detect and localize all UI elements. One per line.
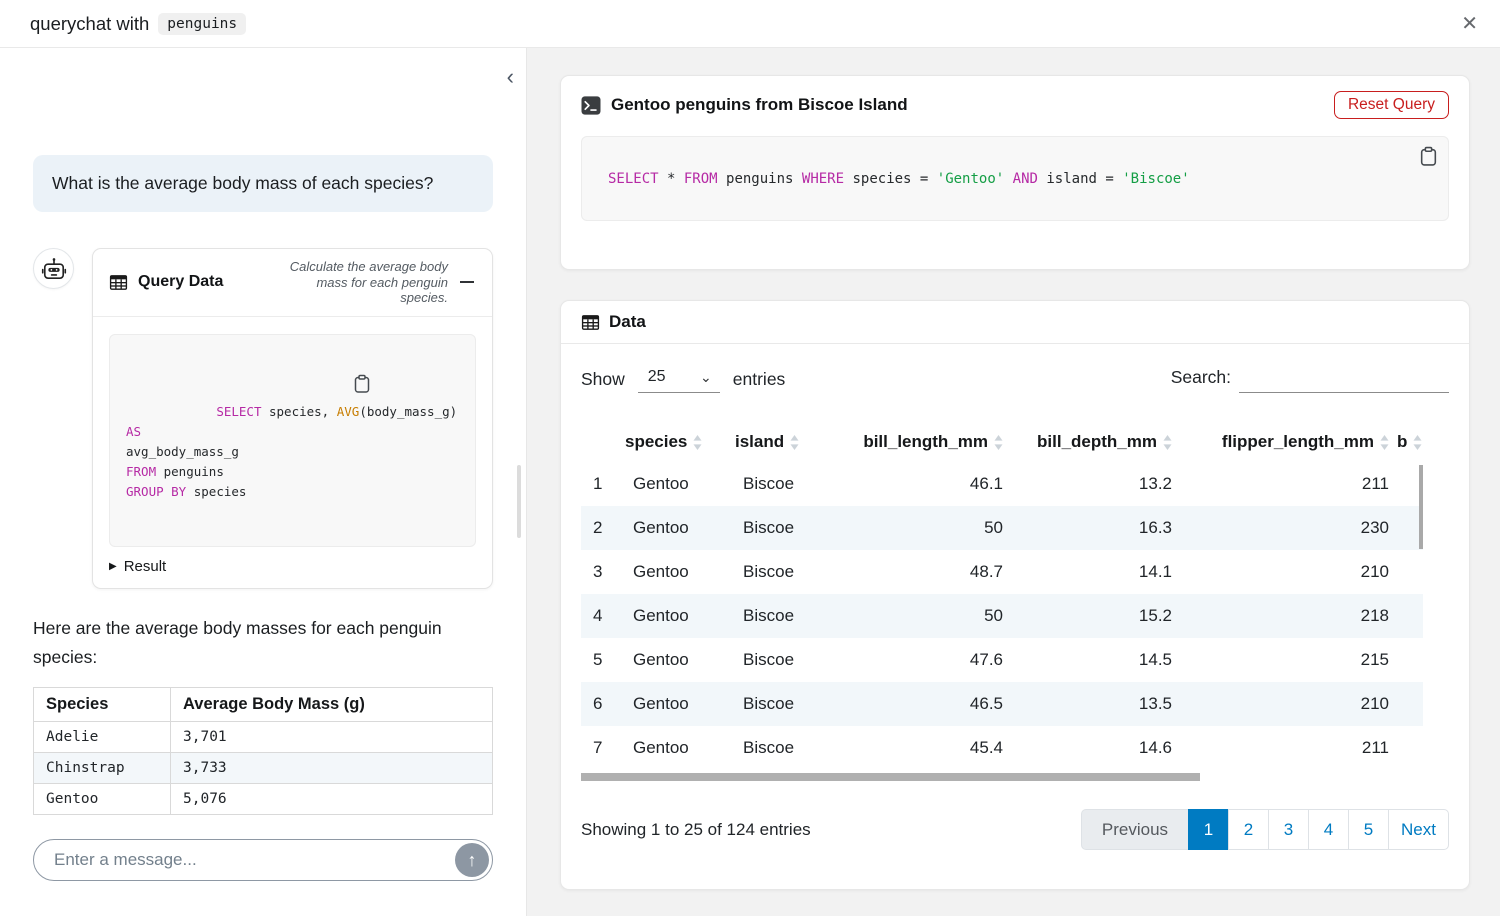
column-header-bill_length_mm[interactable]: bill_length_mm (841, 424, 1007, 462)
chat-message-input[interactable] (33, 839, 493, 881)
tool-card-title: Query Data (109, 273, 223, 292)
page-length-control: Show 25 ⌄ entries (581, 366, 785, 393)
table-icon (581, 313, 600, 332)
table-row: 6GentooBiscoe46.513.5210 (581, 682, 1423, 726)
column-header-species[interactable]: species (621, 424, 731, 462)
sort-icon (1380, 435, 1389, 450)
column-header-row-number (581, 424, 621, 462)
entries-info: Showing 1 to 25 of 124 entries (581, 820, 811, 840)
assistant-turn: Query Data Calculate the average body ma… (33, 248, 493, 589)
chat-result-row: Chinstrap3,733 (34, 752, 493, 783)
user-message: What is the average body mass of each sp… (33, 155, 493, 212)
pagination-page-5[interactable]: 5 (1348, 809, 1389, 850)
sort-icon (1163, 435, 1172, 450)
entries-label: entries (733, 369, 786, 390)
result-toggle[interactable]: ▶ Result (109, 558, 166, 575)
data-table: speciesislandbill_length_mmbill_depth_mm… (581, 424, 1423, 770)
chat-result-row: Adelie3,701 (34, 721, 493, 752)
chat-input-row: ↑ (33, 839, 493, 881)
tool-card-body: SELECT species, AVG(body_mass_g) AS avg_… (93, 317, 492, 588)
dataset-badge: penguins (158, 13, 246, 35)
sort-icon (994, 435, 1003, 450)
send-button[interactable]: ↑ (455, 843, 489, 877)
main-sql-code: SELECT * FROM penguins WHERE species = '… (608, 171, 1190, 187)
pagination-page-1[interactable]: 1 (1188, 809, 1229, 850)
caret-right-icon: ▶ (109, 561, 117, 572)
app-header: querychat with penguins ✕ (0, 0, 1500, 48)
data-card-title: Data (609, 312, 646, 332)
chat-result-header-row: SpeciesAverage Body Mass (g) (34, 687, 493, 721)
table-row: 1GentooBiscoe46.113.2211 (581, 462, 1423, 506)
app-title: querychat with penguins (30, 13, 246, 35)
show-label: Show (581, 369, 625, 390)
assistant-message: Here are the average body masses for eac… (33, 614, 493, 672)
collapse-sidebar-icon[interactable]: ‹ (507, 66, 514, 88)
robot-icon (41, 256, 67, 282)
vertical-scrollbar[interactable] (1419, 465, 1423, 549)
pagination-page-3[interactable]: 3 (1268, 809, 1309, 850)
page-size-value: 25 (648, 368, 666, 386)
main-panel: Gentoo penguins from Biscoe Island Reset… (527, 48, 1500, 916)
sidebar-scrollbar[interactable] (517, 465, 521, 538)
pagination-next[interactable]: Next (1388, 809, 1449, 850)
chat-result-col-header: Species (34, 687, 171, 721)
tool-card-header: Query Data Calculate the average body ma… (93, 249, 492, 317)
sort-icon (790, 435, 799, 450)
column-header-island[interactable]: island (731, 424, 841, 462)
chat-result-col-header: Average Body Mass (g) (171, 687, 493, 721)
chevron-down-icon: ⌄ (700, 374, 712, 381)
table-controls: Show 25 ⌄ entries Search: (581, 366, 1449, 393)
tool-call-card: Query Data Calculate the average body ma… (92, 248, 493, 589)
sort-icon (693, 435, 702, 450)
search-control: Search: (1171, 367, 1449, 393)
chat-sidebar: ‹ What is the average body mass of each … (0, 48, 527, 916)
reset-query-button[interactable]: Reset Query (1334, 91, 1449, 119)
bot-avatar (33, 248, 74, 289)
page-size-select[interactable]: 25 ⌄ (638, 366, 720, 393)
terminal-icon (581, 96, 601, 115)
column-header-b[interactable]: b (1393, 424, 1423, 462)
tool-card-subtitle: Calculate the average body mass for each… (270, 259, 448, 306)
chat-result-table: SpeciesAverage Body Mass (g) Adelie3,701… (33, 687, 493, 815)
tool-card-title-text: Query Data (138, 273, 223, 291)
pagination-previous[interactable]: Previous (1081, 809, 1189, 850)
query-card-title: Gentoo penguins from Biscoe Island (611, 95, 908, 115)
chat-sql-block: SELECT species, AVG(body_mass_g) AS avg_… (109, 334, 476, 547)
search-label: Search: (1171, 367, 1231, 388)
table-row: 7GentooBiscoe45.414.6211 (581, 726, 1423, 770)
copy-icon[interactable] (1419, 146, 1438, 167)
sort-icon (1413, 435, 1422, 450)
table-row: 3GentooBiscoe48.714.1210 (581, 550, 1423, 594)
search-input[interactable] (1239, 367, 1449, 393)
data-card: Data Show 25 ⌄ entries Search: (560, 300, 1470, 890)
data-table-wrapper: speciesislandbill_length_mmbill_depth_mm… (581, 424, 1423, 781)
horizontal-scrollbar[interactable] (581, 773, 1200, 781)
minimize-icon[interactable] (458, 281, 476, 283)
arrow-up-icon: ↑ (468, 850, 477, 871)
copy-icon[interactable] (353, 344, 465, 424)
table-footer: Showing 1 to 25 of 124 entries Previous1… (581, 809, 1449, 850)
main-sql-block: SELECT * FROM penguins WHERE species = '… (581, 136, 1449, 221)
result-toggle-label: Result (124, 558, 167, 575)
column-header-bill_depth_mm[interactable]: bill_depth_mm (1007, 424, 1176, 462)
pagination: Previous12345Next (1081, 809, 1449, 850)
column-header-flipper_length_mm[interactable]: flipper_length_mm (1176, 424, 1393, 462)
table-row: 2GentooBiscoe5016.3230 (581, 506, 1423, 550)
table-row: 5GentooBiscoe47.614.5215 (581, 638, 1423, 682)
chat-result-row: Gentoo5,076 (34, 783, 493, 814)
close-icon[interactable]: ✕ (1461, 14, 1478, 34)
data-table-header-row: speciesislandbill_length_mmbill_depth_mm… (581, 424, 1423, 462)
pagination-page-2[interactable]: 2 (1228, 809, 1269, 850)
table-icon (109, 273, 128, 292)
table-row: 4GentooBiscoe5015.2218 (581, 594, 1423, 638)
pagination-page-4[interactable]: 4 (1308, 809, 1349, 850)
query-card: Gentoo penguins from Biscoe Island Reset… (560, 75, 1470, 270)
app-title-text: querychat with (30, 13, 149, 35)
